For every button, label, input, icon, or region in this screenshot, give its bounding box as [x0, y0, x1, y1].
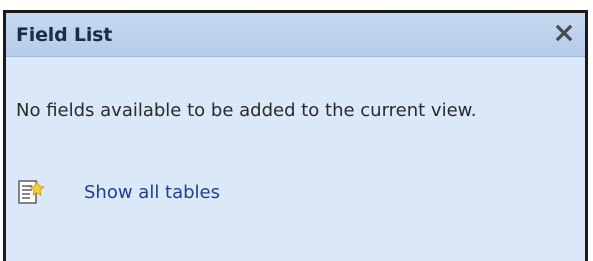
pane-header: Field List — [6, 13, 585, 57]
no-fields-message: No fields available to be added to the c… — [16, 100, 477, 121]
pane-body: No fields available to be added to the c… — [16, 99, 573, 123]
pane-title: Field List — [16, 24, 113, 46]
close-icon[interactable] — [553, 22, 575, 44]
show-all-tables-row[interactable]: Show all tables — [16, 177, 220, 207]
table-add-icon — [16, 177, 46, 207]
show-all-tables-link[interactable]: Show all tables — [84, 182, 220, 203]
field-list-pane: Field List No fields available to be add… — [3, 10, 588, 261]
